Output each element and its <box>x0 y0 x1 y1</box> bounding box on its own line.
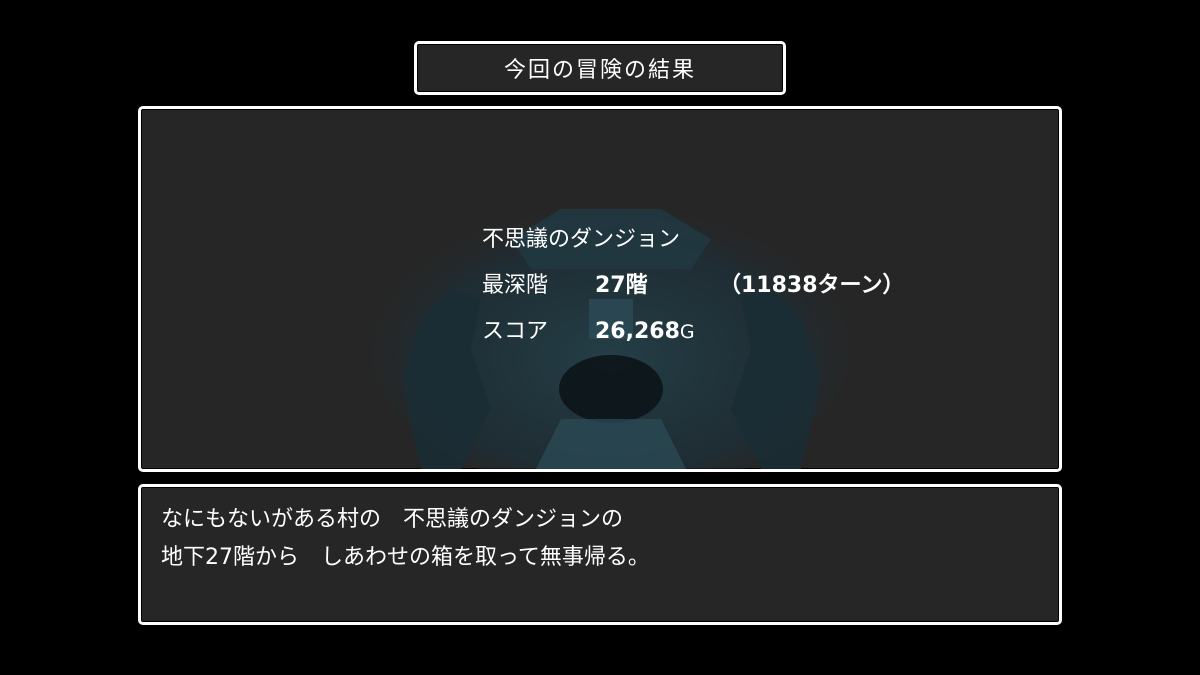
result-title: 今回の冒険の結果 <box>503 58 696 83</box>
adventure-result-window: 不思議のダンジョン 最深階 27階 （11838ターン） スコア 26,268G <box>138 106 1062 472</box>
message-line-2: 地下27階から しあわせの箱を取って無事帰る。 <box>161 545 650 570</box>
epitaph-message: なにもないがある村の 不思議のダンジョンの 地下27階から しあわせの箱を取って… <box>161 501 650 577</box>
turn-count: （11838ターン） <box>719 273 905 298</box>
gold-unit: G <box>679 321 695 343</box>
message-line-1: なにもないがある村の 不思議のダンジョンの <box>161 507 624 532</box>
score-label: スコア <box>482 319 549 344</box>
dungeon-name: 不思議のダンジョン <box>482 227 681 252</box>
score-value: 26,268 <box>595 319 680 344</box>
depth-value: 27階 <box>595 273 648 298</box>
message-window: なにもないがある村の 不思議のダンジョンの 地下27階から しあわせの箱を取って… <box>138 484 1062 625</box>
result-title-window: 今回の冒険の結果 <box>414 41 786 95</box>
depth-label: 最深階 <box>482 273 549 298</box>
score-value-group: 26,268G <box>595 309 695 355</box>
